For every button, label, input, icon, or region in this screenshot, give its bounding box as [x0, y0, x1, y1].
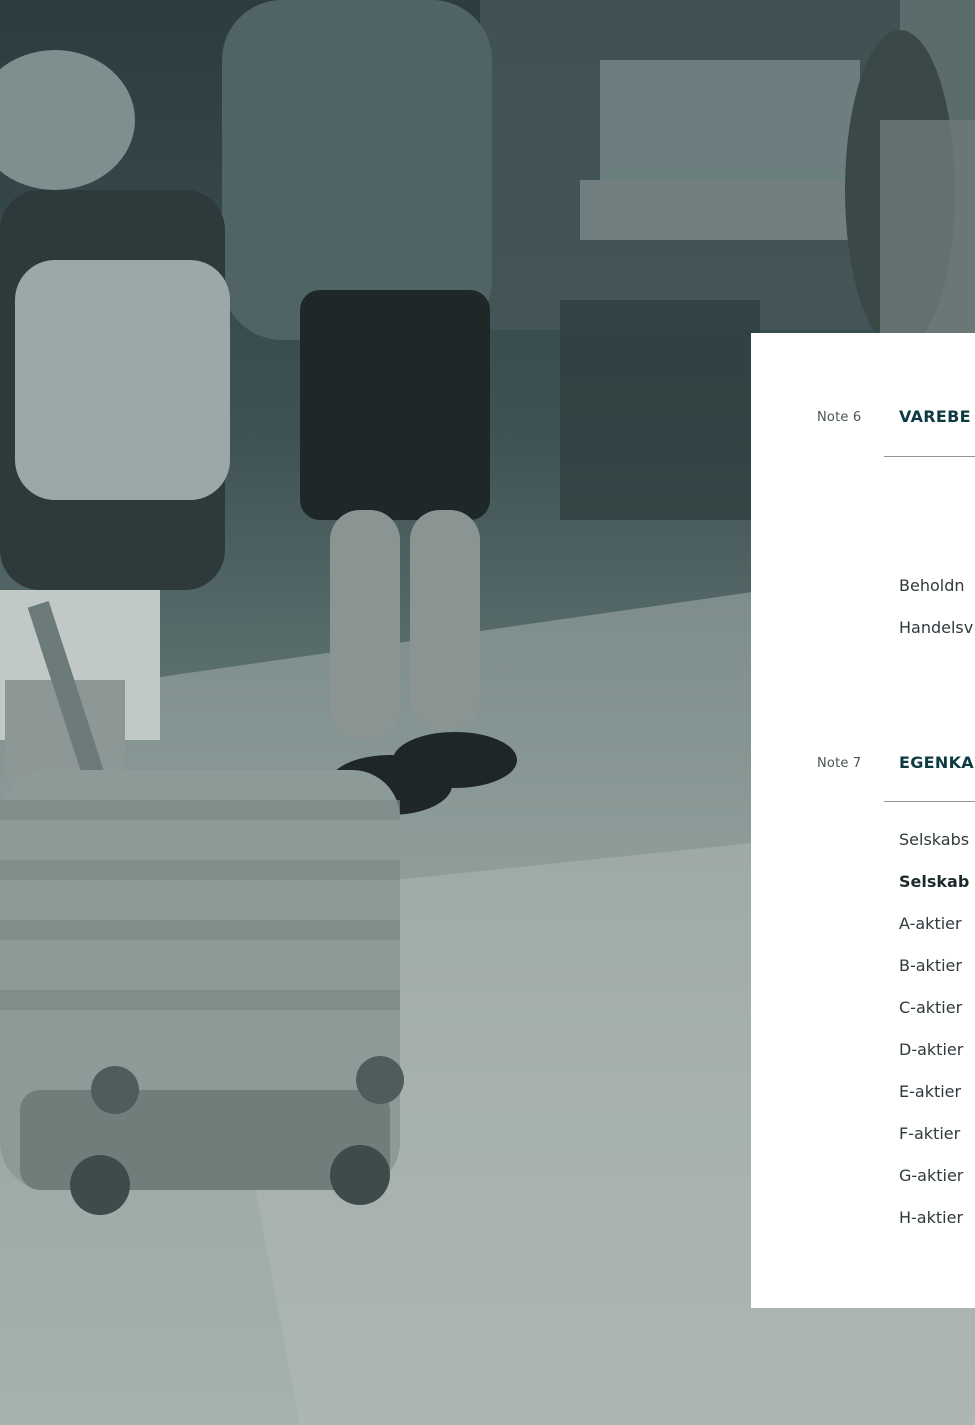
- note-7-row: G-aktier: [899, 1166, 964, 1185]
- note-6-number: Note 6: [817, 410, 862, 425]
- notes-panel: Note 6 VAREBE Beholdn Handelsv Note 7 EG…: [751, 333, 975, 1308]
- note-6-divider: [884, 456, 975, 457]
- note-7-row: E-aktier: [899, 1082, 962, 1101]
- note-7-row: Selskab: [899, 872, 970, 891]
- note-7-row: Selskabs: [899, 830, 970, 849]
- note-7-row: B-aktier: [899, 956, 962, 975]
- note-7-divider: [884, 801, 975, 802]
- note-7-row: D-aktier: [899, 1040, 964, 1059]
- note-7-row: H-aktier: [899, 1208, 964, 1227]
- note-6-row: Beholdn: [899, 576, 965, 595]
- note-7-row: A-aktier: [899, 914, 962, 933]
- note-7-number: Note 7: [817, 756, 862, 771]
- note-7-row: C-aktier: [899, 998, 963, 1017]
- note-7-title: EGENKA: [899, 753, 974, 772]
- note-6-row: Handelsv: [899, 618, 974, 637]
- note-6-title: VAREBE: [899, 407, 971, 426]
- note-7-row: F-aktier: [899, 1124, 961, 1143]
